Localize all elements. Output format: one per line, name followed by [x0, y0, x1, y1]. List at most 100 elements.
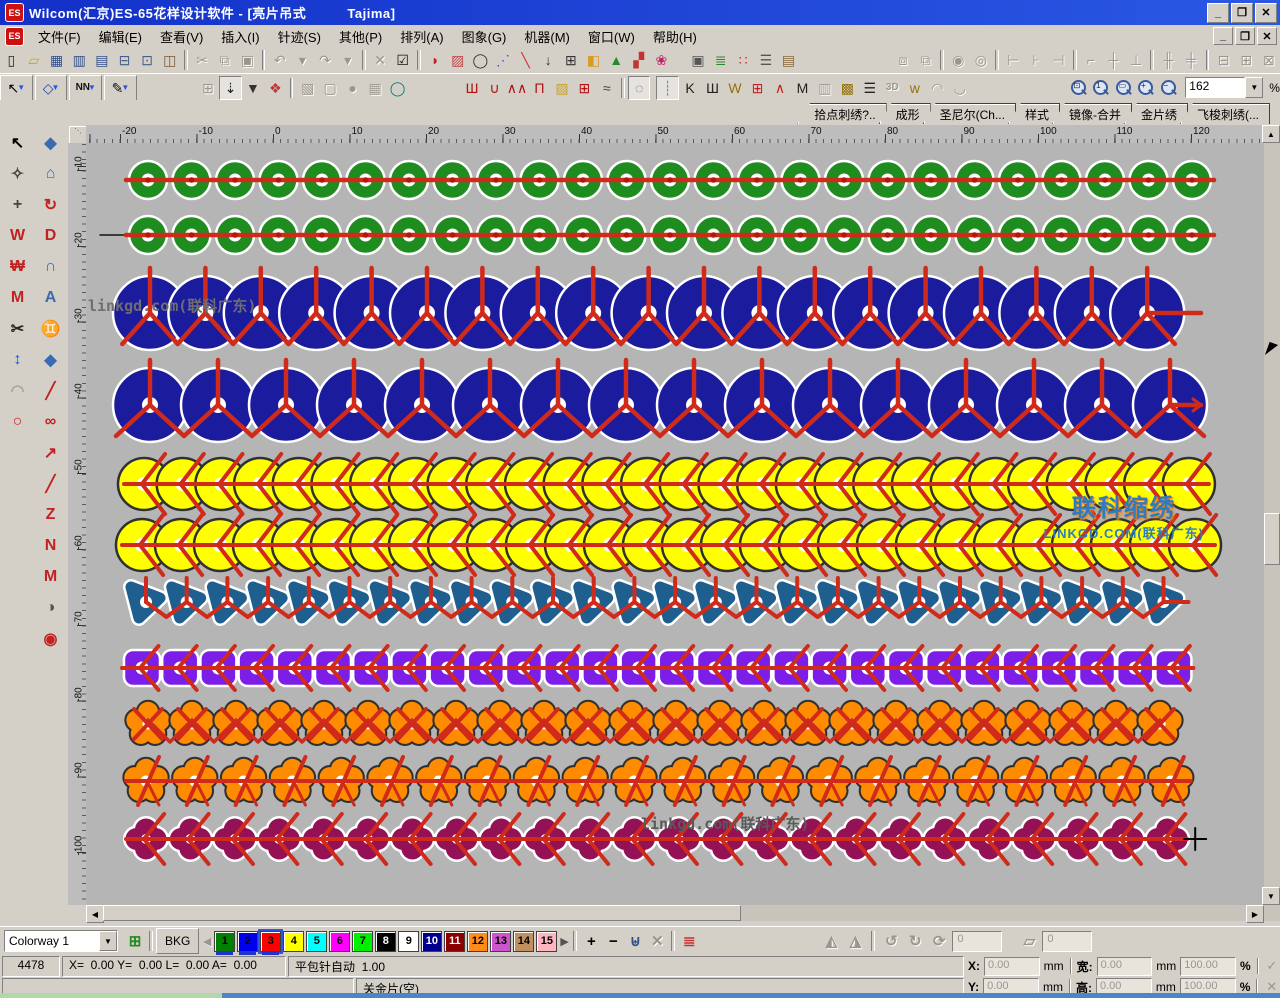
run-stitch-tool-icon[interactable]: ╱ [37, 379, 65, 403]
vertical-scrollbar[interactable]: ▲ ▼ [1264, 125, 1280, 921]
zigzag-stitch-icon[interactable]: ∧∧ [506, 76, 529, 100]
zigzag-run-tool-icon[interactable]: Z [37, 503, 65, 527]
color-chip-15[interactable]: 15 [536, 931, 557, 952]
zoom-out-icon[interactable]: − [1157, 76, 1179, 100]
dye-bucket-icon[interactable]: ⊎ [624, 930, 646, 952]
stitch-select-tool-icon[interactable]: W [4, 224, 32, 248]
save-design-icon[interactable]: ▥ [68, 48, 91, 72]
menu-排列A[interactable]: 排列(A) [391, 24, 452, 49]
teal-wedge-row[interactable] [131, 578, 1189, 618]
sequin-run-icon[interactable]: ◌ [628, 76, 650, 100]
motif-fill-icon[interactable]: ▩ [836, 76, 858, 100]
close-button[interactable]: ✕ [1255, 3, 1277, 23]
rotate-tool-icon[interactable]: ↻ [37, 193, 65, 217]
colorway-select[interactable]: Colorway 1 ▼ [4, 930, 118, 952]
needle-entry-icon[interactable]: ⇣ [219, 76, 241, 100]
color-chip-9[interactable]: 9 [398, 931, 419, 952]
grid-fill-icon[interactable]: ⊞ [746, 76, 768, 100]
options-check-icon[interactable]: ☑ [391, 48, 414, 72]
restore-button[interactable]: ❐ [1231, 3, 1253, 23]
grid-toggle-icon[interactable]: ⊞ [560, 48, 583, 72]
stitch-list-tool-icon[interactable]: NN▼ [69, 75, 102, 101]
new-icon[interactable]: ▯ [0, 48, 23, 72]
width-input[interactable]: 0.00 [1097, 957, 1153, 976]
feather-edge-icon[interactable]: ∧ [769, 76, 791, 100]
menu-文件F[interactable]: 文件(F) [29, 24, 90, 49]
single-run-tool-icon[interactable]: ╱ [37, 472, 65, 496]
menu-查看V[interactable]: 查看(V) [151, 24, 212, 49]
add-color-button[interactable]: + [580, 930, 602, 952]
stitch-types-list-icon[interactable]: ☰ [859, 76, 881, 100]
scroll-left-arrow[interactable]: ◀ [86, 905, 104, 923]
stitch-remove-tool-icon[interactable]: M [4, 286, 32, 310]
chips-scroll-right-icon[interactable]: ▸ [558, 930, 570, 952]
circle-warp-tool-icon[interactable]: ○ [4, 410, 32, 434]
green-sequin-row-1[interactable] [126, 161, 1214, 199]
reshape-box-tool-icon[interactable]: ⌂ [37, 162, 65, 186]
tab-圣尼尔Ch[interactable]: 圣尼尔(Ch... [923, 103, 1016, 124]
thread-colors-icon[interactable]: ≣ [709, 48, 732, 72]
reshape-node-tool-icon[interactable]: ◆ [37, 348, 65, 372]
hatch-tool-icon[interactable]: ▨ [446, 48, 469, 72]
zoom-dropdown-icon[interactable]: ▼ [1245, 77, 1263, 98]
color-chip-1[interactable]: 1 [214, 931, 235, 952]
zoom-rect-icon[interactable]: ▭ [1112, 76, 1134, 100]
menu-图象G[interactable]: 图象(G) [453, 24, 516, 49]
radial-fill-icon[interactable]: W [724, 76, 746, 100]
tab-镜像合并[interactable]: 镜像-合并 [1052, 103, 1132, 124]
purple-sequin-row[interactable] [122, 646, 1193, 690]
add-node-icon[interactable]: ❖ [264, 76, 286, 100]
x-input[interactable]: 0.00 [984, 957, 1040, 976]
width-percent-input[interactable]: 100.00 [1180, 957, 1236, 976]
color-chip-8[interactable]: 8 [375, 931, 396, 952]
needle-point-icon[interactable]: ▼ [242, 76, 264, 100]
color-chip-14[interactable]: 14 [513, 931, 534, 952]
menu-帮助H[interactable]: 帮助(H) [644, 24, 706, 49]
navy-sequin-row-2[interactable] [113, 360, 1207, 442]
motif-run-icon[interactable]: ┊ [656, 76, 678, 100]
garment-tool-icon[interactable]: ∩ [37, 255, 65, 279]
measure-tool-icon[interactable]: ╲ [514, 48, 537, 72]
e-stitch-icon[interactable]: ∪ [483, 76, 505, 100]
horizontal-scrollbar[interactable]: ◀ ▶ [86, 905, 1264, 921]
overview-window-icon[interactable]: ◧ [582, 48, 605, 72]
orange-flower-row-2[interactable] [124, 757, 1194, 805]
doc-minimize-button[interactable]: _ [1213, 27, 1233, 45]
triple-run-tool-icon[interactable]: ↗ [37, 441, 65, 465]
chevron-down-icon[interactable]: ▼ [99, 931, 117, 951]
zoom-level-input[interactable]: 162 [1185, 77, 1245, 98]
column-run-tool-icon[interactable]: M [37, 565, 65, 589]
select-tool-icon[interactable]: ↖▼ [0, 75, 33, 101]
menu-其他P[interactable]: 其他(P) [330, 24, 391, 49]
pen-tool-icon[interactable]: ✎▼ [104, 75, 137, 101]
manual-stitch-tool-icon[interactable]: N [37, 534, 65, 558]
sequin-mode-tool-icon[interactable]: ◑ [37, 596, 65, 620]
orange-flower-row-1[interactable] [126, 701, 1183, 745]
ruler-origin-button[interactable]: ⋱ [69, 126, 87, 144]
select-tool-icon[interactable]: ↖ [4, 131, 32, 155]
menu-窗口W[interactable]: 窗口(W) [579, 24, 644, 49]
curved-fill-icon[interactable]: K [679, 76, 701, 100]
cross-stitch-icon[interactable]: ⊞ [573, 76, 595, 100]
color-chip-5[interactable]: 5 [306, 931, 327, 952]
write-to-machine-icon[interactable]: ▤ [91, 48, 114, 72]
zoom-in-icon[interactable]: + [1134, 76, 1156, 100]
dotted-outline-tool-icon[interactable]: ⋰ [492, 48, 515, 72]
tatami-fill-icon[interactable]: Π [528, 76, 550, 100]
reshape-object-tool-icon[interactable]: ◆ [37, 131, 65, 155]
print-preview-icon[interactable]: ⊡ [136, 48, 159, 72]
skew-angle-input[interactable]: 0 [1042, 931, 1092, 952]
minimize-button[interactable]: _ [1207, 3, 1229, 23]
film-strip-icon[interactable]: ▞ [627, 48, 650, 72]
scroll-up-arrow[interactable]: ▲ [1262, 125, 1280, 143]
menu-针迹S[interactable]: 针迹(S) [269, 24, 330, 49]
design-canvas[interactable]: linkgd.com(联科广东) linkgd.com(联科广东) 联科缩绣 L… [86, 143, 1264, 905]
stitch-edit-tool-icon[interactable]: ₩ [4, 255, 32, 279]
menu-机器M[interactable]: 机器(M) [515, 24, 579, 49]
color-chip-6[interactable]: 6 [329, 931, 350, 952]
open-icon[interactable]: ▱ [23, 48, 46, 72]
color-chip-3[interactable]: 3 [260, 931, 281, 952]
cut-stitch-tool-icon[interactable]: ✂ [4, 317, 32, 341]
outline-tool-icon[interactable]: ◯ [469, 48, 492, 72]
pattern-fill-icon[interactable]: ▨ [551, 76, 573, 100]
